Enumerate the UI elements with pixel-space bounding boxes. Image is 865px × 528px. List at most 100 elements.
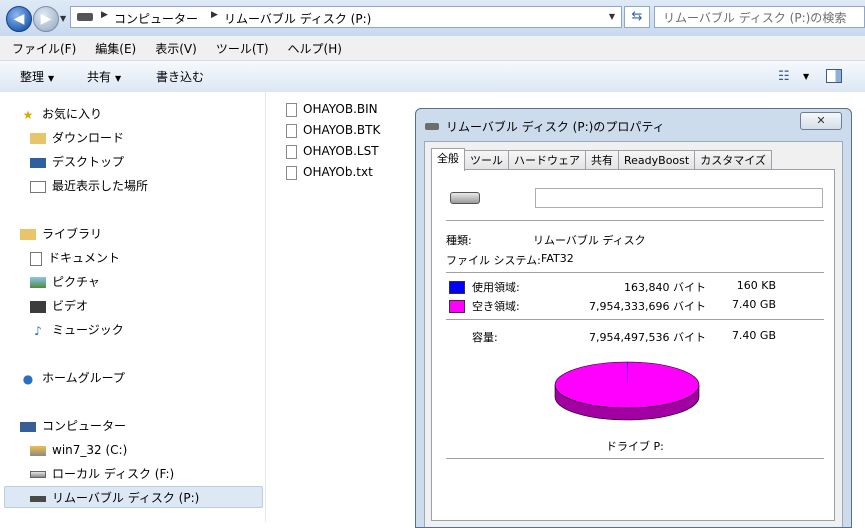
hard-drive-icon <box>30 471 46 478</box>
view-options-icon[interactable]: ☷ <box>778 69 790 84</box>
video-icon <box>30 300 46 313</box>
used-space-label: 使用領域: <box>472 281 520 294</box>
divider <box>446 319 824 320</box>
organize-button[interactable]: 整理 ▼ <box>20 68 54 85</box>
address-history-chevron-icon[interactable]: ▼ <box>609 12 615 21</box>
general-tab-panel: 種類: リムーバブル ディスク ファイル システム: FAT32 使用領域: 1… <box>431 169 835 521</box>
free-space-color-swatch <box>449 300 465 313</box>
type-value: リムーバブル ディスク <box>533 234 646 247</box>
view-chevron-down-icon[interactable]: ▼ <box>803 72 809 81</box>
menu-file[interactable]: ファイル(F) <box>0 40 83 57</box>
volume-label-input[interactable] <box>535 188 823 208</box>
windows-drive-icon <box>30 445 46 456</box>
refresh-button[interactable]: ⇆ <box>624 6 650 28</box>
share-button[interactable]: 共有 ▼ <box>87 68 121 85</box>
drive-caption: ドライブ P: <box>606 440 664 453</box>
file-item[interactable]: OHAYOB.BIN <box>286 99 378 119</box>
divider <box>446 220 824 221</box>
breadcrumb-drive-p[interactable]: リムーバブル ディスク (P:) <box>224 10 371 27</box>
nav-computer[interactable]: コンピューター <box>20 416 126 436</box>
dialog-body: 全般 ツール ハードウェア 共有 ReadyBoost カスタマイズ 種類: リ… <box>424 141 843 527</box>
drive-icon <box>77 13 93 21</box>
recent-places-icon <box>30 180 46 193</box>
used-space-color-swatch <box>449 281 465 294</box>
disk-usage-pie-chart <box>554 361 700 421</box>
refresh-icon: ⇆ <box>631 9 643 24</box>
forward-button[interactable]: ▶ <box>33 6 59 32</box>
tab-tools[interactable]: ツール <box>464 150 509 170</box>
nav-favorites[interactable]: ★ お気に入り <box>20 104 102 124</box>
nav-drive-c[interactable]: win7_32 (C:) <box>30 440 127 460</box>
free-space-label: 空き領域: <box>472 300 520 313</box>
file-item[interactable]: OHAYOB.LST <box>286 141 379 161</box>
removable-drive-icon <box>425 123 439 130</box>
command-bar: 整理 ▼ 共有 ▼ 書き込む ☷ ▼ <box>0 61 865 93</box>
arrow-right-icon: ▶ <box>40 11 52 27</box>
chevron-down-icon: ▼ <box>48 74 55 83</box>
preview-pane-icon[interactable] <box>826 69 842 83</box>
free-space-size: 7.40 GB <box>731 298 776 311</box>
filesystem-label: ファイル システム: <box>446 254 541 267</box>
nav-drive-p[interactable]: リムーバブル ディスク (P:) <box>30 488 199 508</box>
nav-pictures[interactable]: ピクチャ <box>30 272 100 292</box>
divider <box>446 272 824 273</box>
menu-tools[interactable]: ツール(T) <box>204 40 276 57</box>
type-label: 種類: <box>446 234 472 247</box>
back-button[interactable]: ◀ <box>6 6 32 32</box>
close-button[interactable]: ✕ <box>800 112 842 130</box>
properties-dialog: リムーバブル ディスク (P:)のプロパティ ✕ 全般 ツール ハードウェア 共… <box>415 108 852 528</box>
nav-downloads[interactable]: ダウンロード <box>30 128 124 148</box>
nav-videos[interactable]: ビデオ <box>30 296 88 316</box>
nav-documents[interactable]: ドキュメント <box>30 248 120 268</box>
search-input[interactable]: リムーバブル ディスク (P:)の検索 <box>654 6 865 28</box>
arrow-left-icon: ◀ <box>13 11 25 27</box>
document-icon <box>30 251 42 266</box>
tab-strip: 全般 ツール ハードウェア 共有 ReadyBoost カスタマイズ <box>431 148 772 171</box>
removable-drive-icon <box>30 495 46 502</box>
nav-desktop[interactable]: デスクトップ <box>30 152 124 172</box>
file-icon <box>286 123 297 138</box>
nav-recent-places[interactable]: 最近表示した場所 <box>30 176 148 196</box>
menu-edit[interactable]: 編集(E) <box>83 40 143 57</box>
nav-libraries[interactable]: ライブラリ <box>20 224 102 244</box>
star-icon: ★ <box>22 107 34 122</box>
tab-sharing[interactable]: 共有 <box>585 150 619 170</box>
download-folder-icon <box>30 133 46 144</box>
burn-button[interactable]: 書き込む <box>156 68 204 85</box>
breadcrumb-separator-icon[interactable]: ▶ <box>101 10 108 20</box>
menu-bar: ファイル(F) 編集(E) 表示(V) ツール(T) ヘルプ(H) <box>0 36 865 61</box>
file-item[interactable]: OHAYOb.txt <box>286 162 373 182</box>
tab-hardware[interactable]: ハードウェア <box>508 150 586 170</box>
capacity-size: 7.40 GB <box>731 329 776 342</box>
computer-icon <box>20 421 36 432</box>
menu-help[interactable]: ヘルプ(H) <box>276 40 349 57</box>
nav-homegroup[interactable]: ● ホームグループ <box>20 368 125 388</box>
address-bar[interactable]: ▶ コンピューター ▶ リムーバブル ディスク (P:) ▼ <box>70 6 622 28</box>
capacity-label: 容量: <box>472 331 498 344</box>
breadcrumb-computer[interactable]: コンピューター <box>114 10 198 27</box>
tab-general[interactable]: 全般 <box>431 148 465 171</box>
used-space-size: 160 KB <box>736 279 776 292</box>
music-note-icon: ♪ <box>34 323 42 338</box>
desktop-icon <box>30 157 46 168</box>
address-row: ◀ ▶ ▼ ▶ コンピューター ▶ リムーバブル ディスク (P:) ▼ ⇆ リ… <box>0 0 865 36</box>
filesystem-value: FAT32 <box>541 252 574 265</box>
menu-view[interactable]: 表示(V) <box>143 40 204 57</box>
tab-readyboost[interactable]: ReadyBoost <box>618 150 696 170</box>
text-file-icon <box>286 144 297 159</box>
tab-customize[interactable]: カスタマイズ <box>694 150 772 170</box>
dialog-title: リムーバブル ディスク (P:)のプロパティ <box>446 120 665 134</box>
removable-drive-icon <box>450 192 480 204</box>
used-space-bytes: 163,840 バイト <box>624 281 706 294</box>
nav-drive-f[interactable]: ローカル ディスク (F:) <box>30 464 174 484</box>
chevron-down-icon: ▼ <box>115 74 122 83</box>
breadcrumb-separator-icon[interactable]: ▶ <box>211 10 218 20</box>
navigation-pane: ★ お気に入り ダウンロード デスクトップ 最近表示した場所 ライブラリ ドキュメ… <box>0 92 266 522</box>
capacity-bytes: 7,954,497,536 バイト <box>589 331 706 344</box>
close-icon: ✕ <box>816 114 826 127</box>
picture-icon <box>30 277 46 288</box>
homegroup-icon: ● <box>22 371 34 386</box>
recent-pages-chevron-icon[interactable]: ▼ <box>60 14 66 23</box>
file-item[interactable]: OHAYOB.BTK <box>286 120 380 140</box>
nav-music[interactable]: ♪ ミュージック <box>30 320 124 340</box>
